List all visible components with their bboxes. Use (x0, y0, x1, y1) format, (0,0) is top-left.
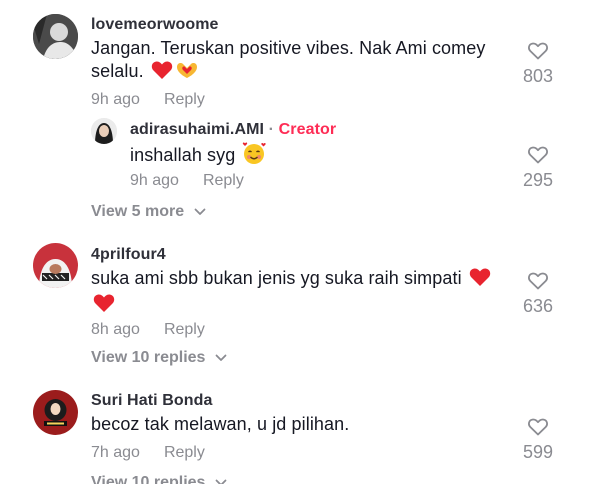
view-more-label: View 10 replies (91, 349, 206, 367)
avatar[interactable] (33, 14, 78, 59)
comment-meta: 7h ago Reply (91, 444, 205, 462)
comment-text: suka ami sbb bukan jenis yg suka raih si… (91, 267, 491, 319)
reply-button[interactable]: Reply (164, 91, 205, 108)
view-more-label: View 5 more (91, 203, 185, 221)
smiling-face-with-hearts-icon (242, 142, 267, 170)
red-heart-icon (93, 293, 115, 319)
like-button[interactable]: 599 (513, 418, 563, 463)
like-button[interactable]: 295 (513, 146, 563, 191)
heart-hands-icon (175, 60, 199, 86)
heart-outline-icon (528, 272, 548, 290)
reply-button[interactable]: Reply (164, 321, 205, 338)
reply-meta: 9h ago Reply (130, 172, 244, 190)
reply-username[interactable]: adirasuhaimi.AMI · Creator (130, 121, 336, 139)
view-more-replies-button[interactable]: View 5 more (91, 203, 206, 221)
chevron-down-icon (194, 203, 206, 221)
like-count: 599 (522, 442, 554, 462)
chevron-down-icon (215, 349, 227, 367)
comment-time: 7h ago (91, 444, 140, 461)
view-more-replies-button[interactable]: View 10 replies (91, 349, 227, 367)
red-heart-icon (151, 60, 173, 86)
view-more-label: View 10 replies (91, 474, 206, 484)
reply-body: inshallah syg (130, 145, 236, 165)
comment-body: suka ami sbb bukan jenis yg suka raih si… (91, 268, 462, 288)
comment-username[interactable]: lovemeorwoome (91, 16, 219, 34)
avatar[interactable] (33, 390, 78, 435)
like-count: 295 (522, 170, 554, 190)
creator-badge: Creator (278, 121, 337, 138)
comment-time: 9h ago (91, 91, 140, 108)
comment-username[interactable]: Suri Hati Bonda (91, 392, 213, 410)
red-heart-icon (469, 267, 491, 293)
comment-body: becoz tak melawan, u jd pilihan. (91, 414, 350, 434)
comment-username[interactable]: 4prilfour4 (91, 246, 166, 264)
comment-time: 8h ago (91, 321, 140, 338)
reply-button[interactable]: Reply (164, 444, 205, 461)
like-count: 803 (522, 66, 554, 86)
like-count: 636 (522, 296, 554, 316)
chevron-down-icon (215, 474, 227, 484)
comment-meta: 9h ago Reply (91, 91, 205, 109)
reply-time: 9h ago (130, 172, 179, 189)
comment-meta: 8h ago Reply (91, 321, 205, 339)
heart-outline-icon (528, 146, 548, 164)
reply-text: inshallah syg (130, 142, 267, 170)
view-more-replies-button[interactable]: View 10 replies (91, 474, 227, 484)
comment-text: becoz tak melawan, u jd pilihan. (91, 413, 491, 436)
heart-outline-icon (528, 418, 548, 436)
separator-dot: · (268, 121, 275, 138)
reply-button[interactable]: Reply (203, 172, 244, 189)
avatar[interactable] (33, 243, 78, 288)
avatar[interactable] (91, 118, 117, 144)
heart-outline-icon (528, 42, 548, 60)
like-button[interactable]: 636 (513, 272, 563, 317)
like-button[interactable]: 803 (513, 42, 563, 87)
comment-text: Jangan. Teruskan positive vibes. Nak Ami… (91, 37, 491, 86)
